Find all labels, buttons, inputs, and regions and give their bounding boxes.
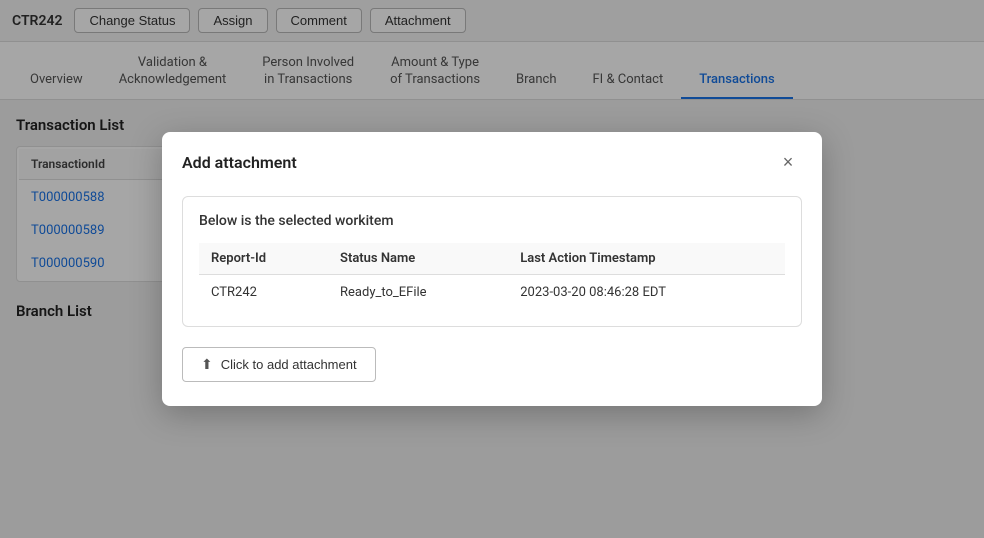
add-attachment-modal: Add attachment × Below is the selected w… [162,132,822,406]
workitem-label: Below is the selected workitem [199,213,785,229]
add-attachment-button[interactable]: ⬆ Click to add attachment [182,347,376,382]
upload-icon: ⬆ [201,356,213,373]
modal-overlay: Add attachment × Below is the selected w… [0,0,984,538]
workitem-status: Ready_to_EFile [328,275,508,311]
attachment-btn-label: Click to add attachment [221,357,357,372]
workitem-row: CTR242 Ready_to_EFile 2023-03-20 08:46:2… [199,275,785,311]
col-timestamp: Last Action Timestamp [508,243,785,275]
workitem-timestamp: 2023-03-20 08:46:28 EDT [508,275,785,311]
col-status-name: Status Name [328,243,508,275]
modal-close-button[interactable]: × [774,148,802,176]
workitem-report-id: CTR242 [199,275,328,311]
modal-header: Add attachment × [162,132,822,188]
modal-body: Below is the selected workitem Report-Id… [162,188,822,406]
workitem-table: Report-Id Status Name Last Action Timest… [199,243,785,310]
col-report-id: Report-Id [199,243,328,275]
workitem-section: Below is the selected workitem Report-Id… [182,196,802,327]
modal-title: Add attachment [182,153,297,172]
